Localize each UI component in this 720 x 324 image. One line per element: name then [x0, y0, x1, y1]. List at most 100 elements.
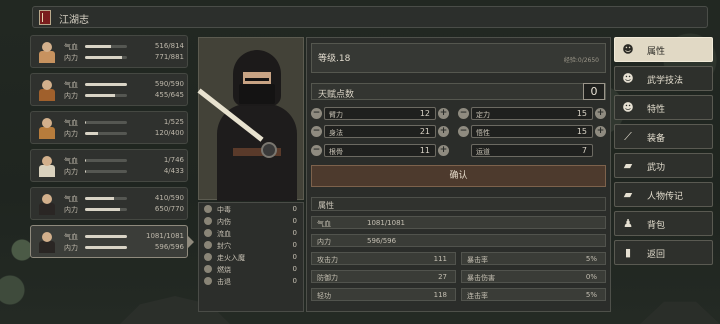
status-label: 流血 — [217, 230, 231, 238]
hp-label: 气血 — [317, 220, 331, 228]
avatar — [36, 78, 58, 102]
party-member[interactable]: 气血 410/590 内力 650/770 — [30, 187, 188, 220]
mp-bar-fill — [85, 246, 127, 249]
menu-item-label: 人物传记 — [647, 192, 684, 202]
agility-minus-button[interactable]: − — [311, 126, 322, 137]
level-box: 等级.18 经验:0/2650 — [311, 43, 606, 73]
focus-minus-button[interactable]: − — [458, 108, 469, 119]
menu-item-2[interactable]: ☻ 特性 — [614, 95, 713, 120]
mp-label: 内力 — [317, 238, 331, 246]
menu-item-4[interactable]: ▰ 武功 — [614, 153, 713, 178]
mp-row: 内力 596/596 — [311, 234, 606, 247]
focus-label: 定力 — [476, 111, 490, 119]
status-row: 中毒 0 — [203, 204, 299, 215]
wisdom-minus-button[interactable]: − — [458, 126, 469, 137]
strength-minus-button[interactable]: − — [311, 108, 322, 119]
crit-damage-value: 0% — [585, 273, 597, 281]
status-label: 击退 — [217, 278, 231, 286]
exit-door-icon: ▮ — [624, 246, 632, 259]
hp-bar — [85, 45, 127, 48]
menu-item-label: 背包 — [647, 221, 666, 231]
hp-label: 气血 — [64, 43, 78, 51]
constitution-plus-button[interactable]: + — [438, 145, 449, 156]
mp-stat: 内力 771/881 — [64, 53, 184, 62]
status-row: 流血 0 — [203, 228, 299, 239]
hp-label: 气血 — [64, 195, 78, 203]
avatar-body — [39, 127, 55, 139]
martial-person-icon: ☻ — [622, 72, 634, 85]
avatar-head — [42, 194, 52, 204]
constitution-field: 根骨 11 — [324, 144, 436, 157]
mp-value: 120/400 — [154, 129, 184, 137]
portrait-eyes — [245, 78, 269, 81]
status-row: 内伤 0 — [203, 216, 299, 227]
mp-value: 771/881 — [154, 53, 184, 61]
crit-rate-value: 5% — [585, 255, 597, 263]
hp-value: 1/746 — [163, 156, 184, 164]
menu-item-5[interactable]: ▰ 人物传记 — [614, 182, 713, 207]
avatar — [36, 154, 58, 178]
agility-plus-button[interactable]: + — [438, 126, 449, 137]
wisdom-plus-button[interactable]: + — [595, 126, 606, 137]
status-icon — [204, 265, 212, 273]
mp-label: 内力 — [64, 54, 78, 62]
hp-bar — [85, 121, 127, 124]
hp-value: 516/814 — [154, 42, 184, 50]
party-list: 气血 516/814 内力 771/881 气血 590/590 内力 455/… — [30, 35, 194, 263]
menu-item-0[interactable]: ☻ 属性 — [614, 37, 713, 62]
mp-label: 内力 — [64, 92, 78, 100]
focus-plus-button[interactable]: + — [595, 108, 606, 119]
menu-item-label: 返回 — [647, 250, 666, 260]
hp-bar — [85, 159, 127, 162]
status-row: 走火入魔 0 — [203, 252, 299, 263]
side-menu: ☻ 属性 ☻ 武学技法 ☻ 特性 ⟋ 装备 ▰ 武功 ▰ 人物传记 ♟ 背包 ▮… — [614, 37, 713, 269]
defense-label: 防御力 — [317, 274, 338, 282]
attr-fortune: 运道 7 — [471, 144, 593, 157]
defense-value: 27 — [438, 273, 447, 281]
mp-value: 596/596 — [154, 243, 184, 251]
status-row: 封穴 0 — [203, 240, 299, 251]
constitution-minus-button[interactable]: − — [311, 145, 322, 156]
mp-bar-fill — [85, 208, 121, 211]
mp-bar — [85, 246, 127, 249]
crit-damage-row: 暴击伤害 0% — [461, 270, 606, 283]
fortune-label: 运道 — [476, 148, 490, 156]
status-label: 走火入魔 — [217, 254, 245, 262]
hp-label: 气血 — [64, 81, 78, 89]
book-icon — [39, 10, 51, 25]
talent-points-label: 天赋点数 — [318, 90, 355, 100]
menu-item-label: 特性 — [647, 105, 666, 115]
avatar-head — [42, 80, 52, 90]
constitution-label: 根骨 — [329, 148, 343, 156]
menu-item-7[interactable]: ▮ 返回 — [614, 240, 713, 265]
page-title: 江湖志 — [59, 15, 89, 26]
confirm-button[interactable]: 确认 — [311, 165, 606, 187]
party-member[interactable]: 气血 1/525 内力 120/400 — [30, 111, 188, 144]
sword-icon: ⟋ — [624, 130, 632, 143]
wisdom-value: 15 — [576, 127, 587, 136]
mp-bar-fill — [85, 56, 122, 59]
hp-stat: 气血 1/525 — [64, 118, 184, 127]
wisdom-label: 悟性 — [476, 129, 490, 137]
book-icon: ▰ — [623, 159, 633, 172]
avatar-head — [42, 118, 52, 128]
menu-item-1[interactable]: ☻ 武学技法 — [614, 66, 713, 91]
strength-plus-button[interactable]: + — [438, 108, 449, 119]
qinggong-label: 轻功 — [317, 292, 331, 300]
menu-item-3[interactable]: ⟋ 装备 — [614, 124, 713, 149]
mp-bar-fill — [85, 132, 98, 135]
hp-bar — [85, 235, 127, 238]
strength-field: 臂力 12 — [324, 107, 436, 120]
title-bar: 江湖志 — [32, 6, 708, 28]
attr-focus: − 定力 15 + — [458, 107, 606, 120]
status-effects-panel: 中毒 0 内伤 0 流血 0 封穴 0 走火入魔 0 燃烧 0 击退 0 — [198, 202, 304, 312]
mp-bar-fill — [85, 94, 115, 97]
focus-value: 15 — [576, 109, 587, 118]
party-member[interactable]: 气血 590/590 内力 455/645 — [30, 73, 188, 106]
party-member[interactable]: 气血 1/746 内力 4/433 — [30, 149, 188, 182]
party-member[interactable]: 气血 1081/1081 内力 596/596 — [30, 225, 194, 258]
party-member[interactable]: 气血 516/814 内力 771/881 — [30, 35, 188, 68]
trait-person-icon: ☻ — [622, 101, 634, 114]
menu-item-6[interactable]: ♟ 背包 — [614, 211, 713, 236]
character-portrait — [197, 37, 304, 201]
